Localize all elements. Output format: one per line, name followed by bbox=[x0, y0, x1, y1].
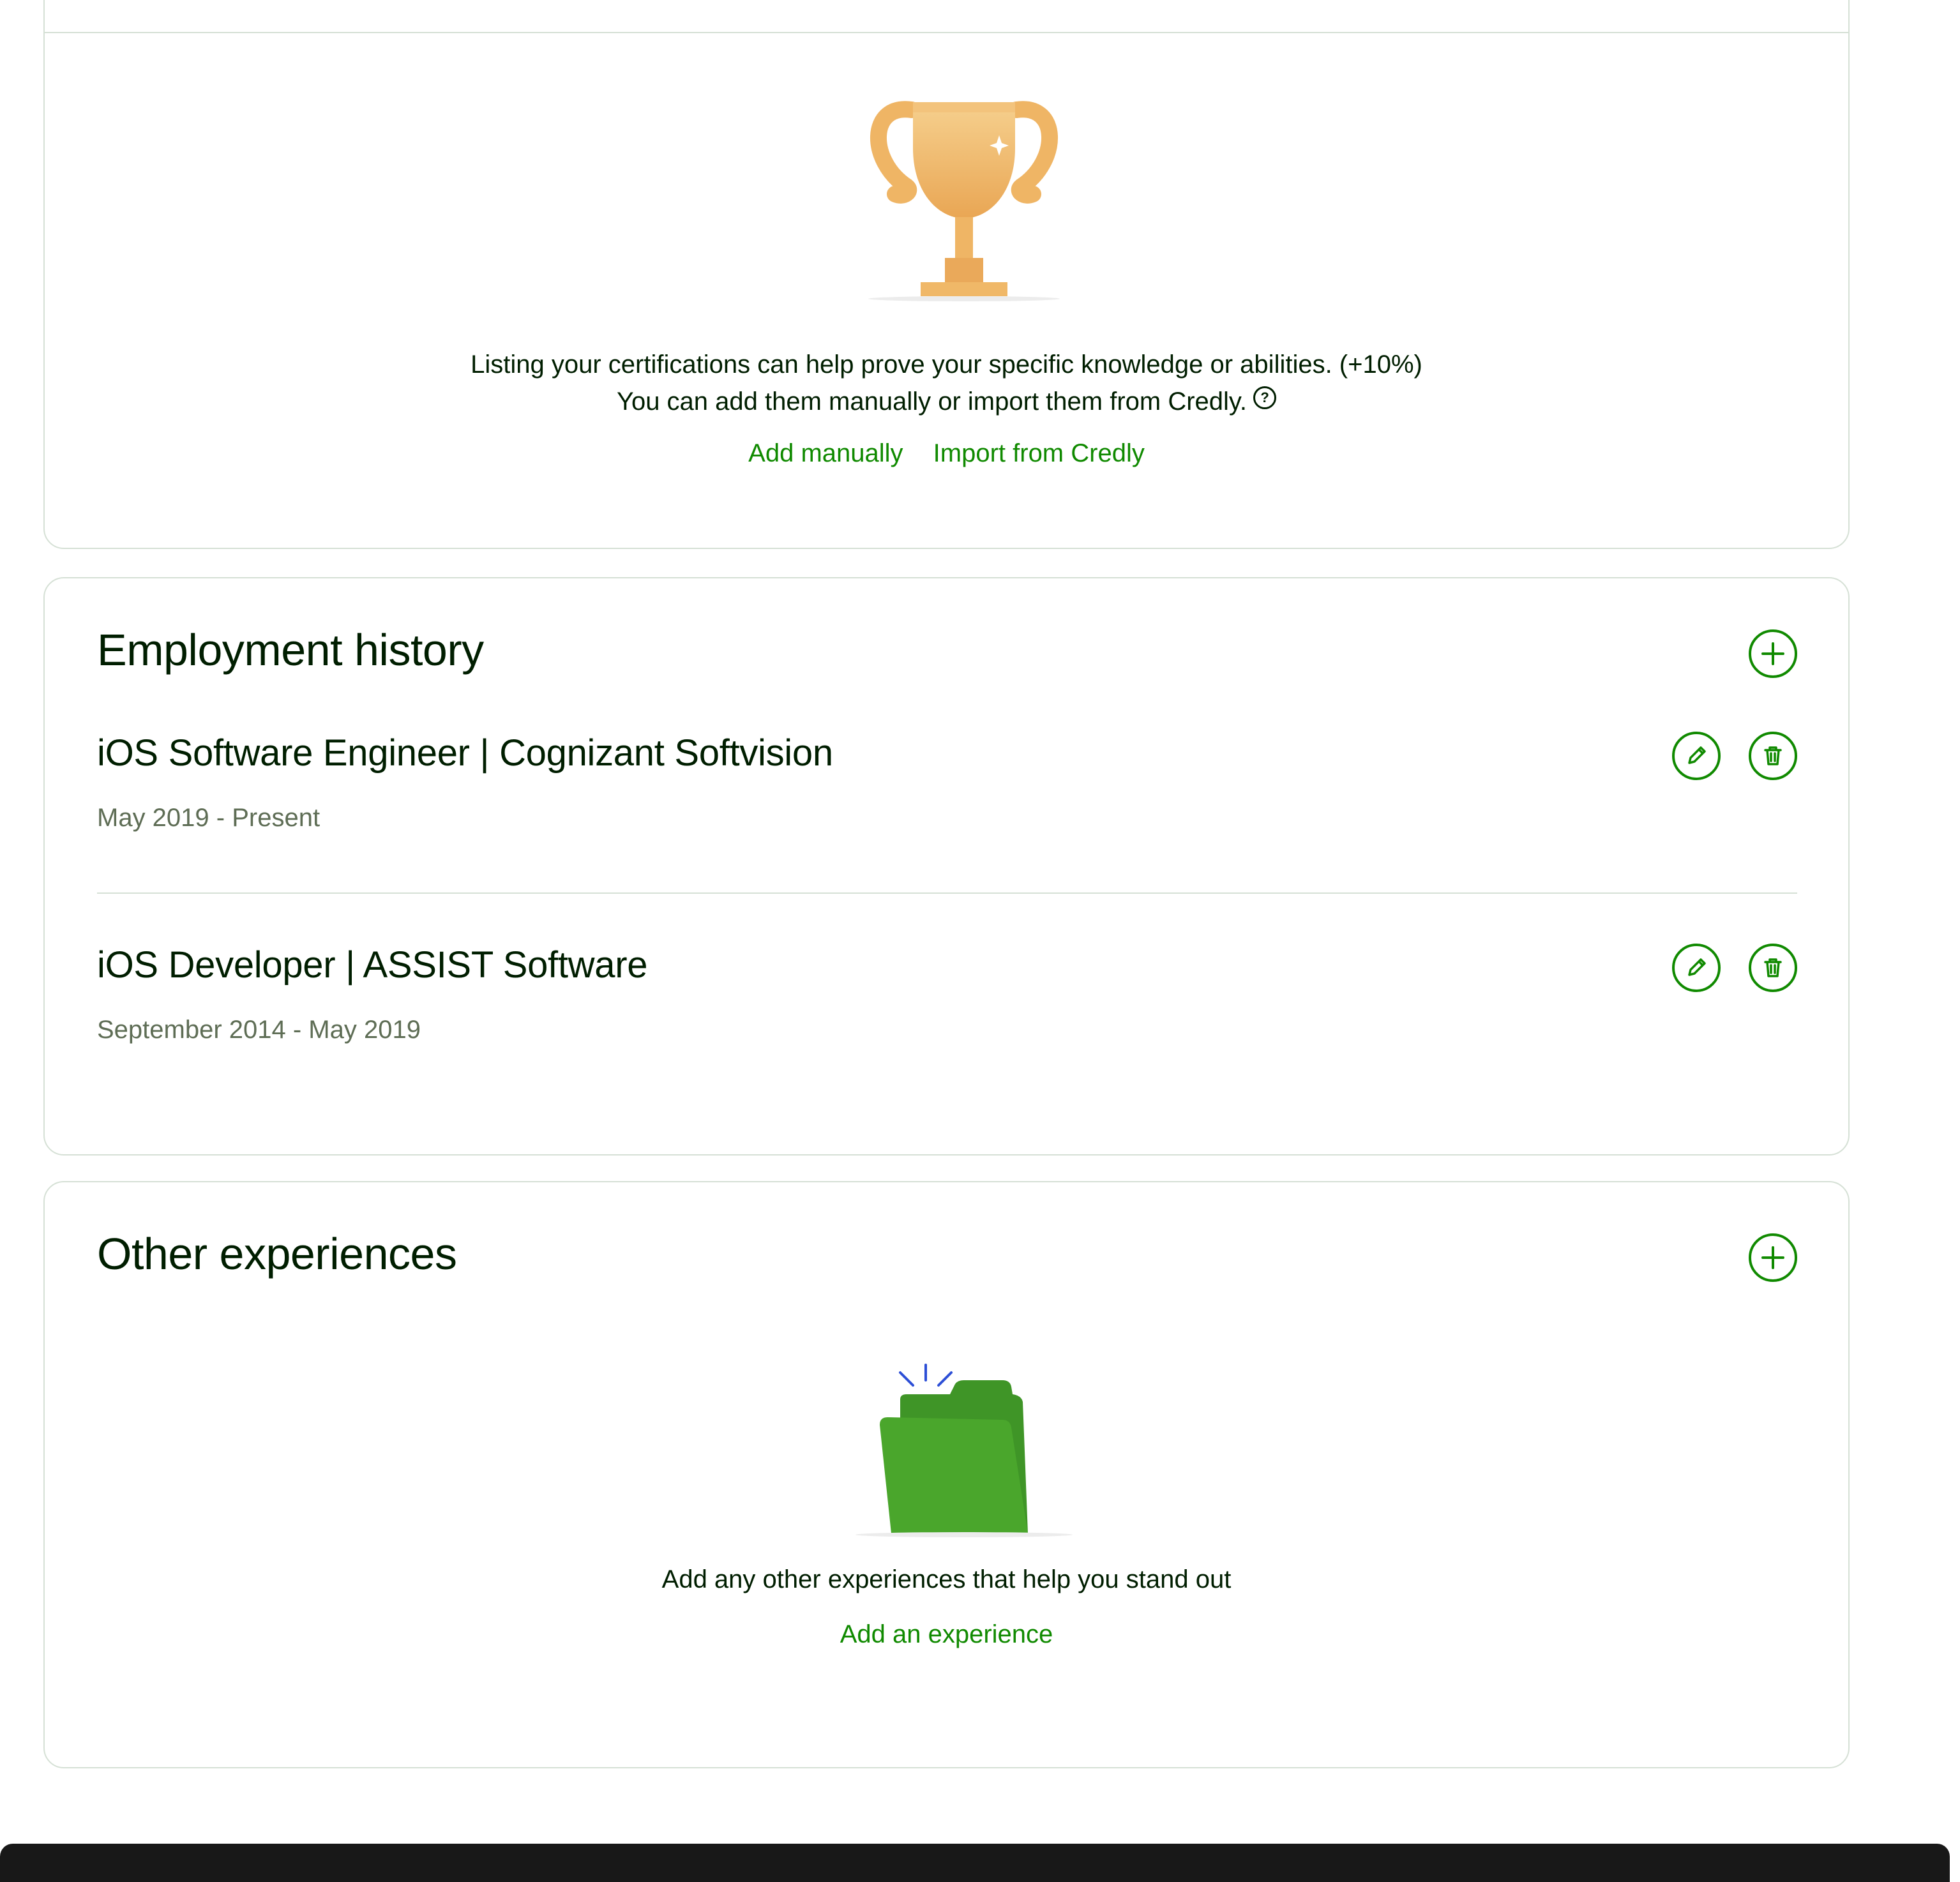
other-experiences-description: Add any other experiences that help you … bbox=[661, 1565, 1232, 1593]
employment-item: iOS Developer | ASSIST Software Septembe… bbox=[97, 944, 1797, 1044]
certifications-line-2: You can add them manually or import them… bbox=[616, 388, 1248, 416]
job-title: iOS Software Engineer | Cognizant Softvi… bbox=[97, 732, 833, 774]
certifications-description: Listing your certifications can help pro… bbox=[45, 346, 1848, 420]
question-circle-icon[interactable]: ? bbox=[1253, 386, 1277, 409]
certifications-line-1: Listing your certifications can help pro… bbox=[471, 350, 1422, 379]
add-experience-button[interactable] bbox=[1749, 1233, 1797, 1282]
delete-employment-button[interactable] bbox=[1749, 732, 1797, 780]
edit-employment-button[interactable] bbox=[1672, 944, 1721, 992]
employment-item: iOS Software Engineer | Cognizant Softvi… bbox=[97, 732, 1797, 832]
job-dates: September 2014 - May 2019 bbox=[97, 1016, 421, 1044]
add-employment-button[interactable] bbox=[1749, 629, 1797, 678]
import-from-credly-link[interactable]: Import from Credly bbox=[933, 439, 1145, 467]
plus-icon bbox=[1761, 1246, 1784, 1269]
employment-divider bbox=[97, 892, 1797, 894]
delete-employment-button[interactable] bbox=[1749, 944, 1797, 992]
certifications-card: Listing your certifications can help pro… bbox=[43, 0, 1850, 549]
other-experiences-card: Other experiences Add any other experien… bbox=[43, 1181, 1850, 1768]
add-an-experience-link: Add an experience bbox=[45, 1620, 1848, 1649]
footer-bar bbox=[0, 1844, 1950, 1882]
employment-history-title: Employment history bbox=[97, 625, 484, 675]
employment-history-card: Employment history iOS Software Engineer… bbox=[43, 577, 1850, 1156]
certifications-actions: Add manually Import from Credly bbox=[45, 439, 1848, 468]
pencil-icon bbox=[1688, 746, 1706, 764]
add-an-experience-link-text[interactable]: Add an experience bbox=[840, 1620, 1053, 1648]
other-experiences-title: Other experiences bbox=[97, 1229, 457, 1279]
edit-employment-button[interactable] bbox=[1672, 732, 1721, 780]
add-manually-link[interactable]: Add manually bbox=[748, 439, 903, 467]
pencil-icon bbox=[1688, 958, 1706, 976]
plus-icon bbox=[1761, 642, 1784, 665]
job-title: iOS Developer | ASSIST Software bbox=[97, 944, 648, 986]
trophy-illustration bbox=[868, 101, 1060, 301]
trash-icon bbox=[1764, 958, 1782, 977]
job-dates: May 2019 - Present bbox=[97, 804, 320, 832]
folder-illustration bbox=[856, 1364, 1073, 1537]
trash-icon bbox=[1764, 746, 1782, 765]
card-divider bbox=[45, 32, 1848, 33]
